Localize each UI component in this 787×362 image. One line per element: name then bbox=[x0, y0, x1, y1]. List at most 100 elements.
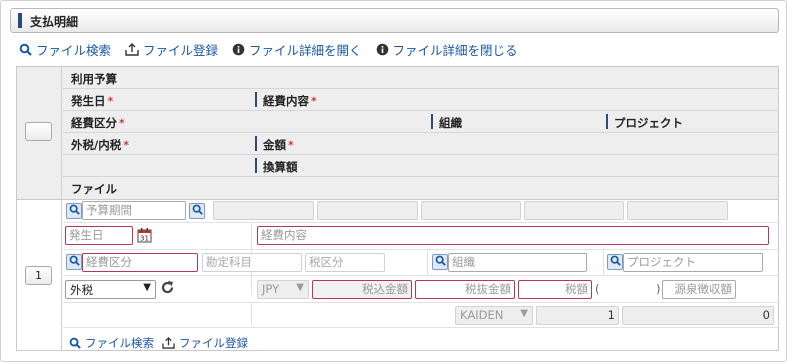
column-separator bbox=[606, 114, 608, 129]
column-separator bbox=[255, 136, 257, 151]
org-input[interactable]: 組織 bbox=[448, 253, 587, 272]
info-icon bbox=[232, 43, 245, 56]
header-date: 発生日 * bbox=[71, 94, 114, 108]
rate-type-select: KAIDEN ▼ bbox=[455, 306, 533, 325]
project-input[interactable]: プロジェクト bbox=[623, 253, 763, 272]
details-table: 利用予算 発生日 * 経費内容 * 経費区分 * 組織 プロジェクト 外税/内税 * 金… bbox=[16, 66, 779, 351]
file-detail-close-label: ファイル詳細を閉じる bbox=[392, 42, 518, 58]
row-divider bbox=[63, 249, 778, 250]
search-icon bbox=[435, 255, 446, 269]
header-tax-type: 外税/内税 * bbox=[71, 138, 129, 152]
budget-field-4 bbox=[524, 201, 624, 220]
row-file-search-label: ファイル検索 bbox=[85, 336, 154, 350]
file-register-label: ファイル登録 bbox=[143, 42, 219, 58]
file-search-button[interactable]: ファイル検索 bbox=[19, 40, 111, 59]
column-separator bbox=[255, 158, 257, 173]
converted-value: 0 bbox=[622, 306, 774, 325]
search-icon bbox=[610, 255, 621, 269]
search-icon bbox=[192, 204, 203, 218]
org-search-button[interactable] bbox=[432, 254, 448, 270]
row-divider bbox=[63, 222, 778, 223]
svg-text:31: 31 bbox=[140, 235, 149, 243]
header-org: 組織 bbox=[439, 116, 462, 130]
paren-close: ) bbox=[656, 282, 661, 296]
header-row-file: ファイル bbox=[63, 177, 778, 199]
section-title: 支払明細 bbox=[30, 15, 79, 29]
select-all-checkbox[interactable] bbox=[25, 122, 52, 141]
budget-period-input[interactable]: 予算期間 bbox=[82, 201, 186, 220]
row-file-register-label: ファイル登録 bbox=[179, 336, 248, 350]
budget-field-5 bbox=[627, 201, 728, 220]
file-detail-close-button[interactable]: ファイル詳細を閉じる bbox=[376, 40, 518, 59]
date-input[interactable]: 発生日 bbox=[65, 226, 133, 245]
table-row: 1 予算期間 発生日 31 経費内容 経費区分 勘定科目 税区分 組織 プロジェ… bbox=[17, 199, 778, 351]
header-row-date: 発生日 * 経費内容 * bbox=[63, 89, 778, 111]
budget-field-2 bbox=[317, 201, 418, 220]
budget-field-1 bbox=[213, 201, 314, 220]
header-row-converted: 換算額 bbox=[63, 155, 778, 177]
chevron-down-icon: ▼ bbox=[143, 282, 151, 293]
chevron-down-icon: ▼ bbox=[296, 282, 304, 293]
header-row-budget: 利用予算 bbox=[63, 67, 778, 89]
column-divider bbox=[251, 302, 252, 326]
row-divider bbox=[63, 327, 778, 328]
header-row-tax: 外税/内税 * 金額 * bbox=[63, 133, 778, 155]
column-separator bbox=[255, 92, 257, 107]
category-input[interactable]: 経費区分 bbox=[82, 253, 198, 272]
header-row-category: 経費区分 * 組織 プロジェクト bbox=[63, 111, 778, 133]
content-input[interactable]: 経費内容 bbox=[257, 226, 769, 245]
header-budget: 利用予算 bbox=[71, 72, 117, 86]
column-divider bbox=[427, 249, 428, 275]
budget-search-button-2[interactable] bbox=[189, 203, 205, 219]
section-header: 支払明細 bbox=[10, 8, 779, 33]
account-input: 勘定科目 bbox=[202, 253, 302, 272]
refresh-icon[interactable] bbox=[160, 280, 175, 298]
tax-type-select[interactable]: 外税 ▼ bbox=[65, 280, 156, 299]
file-detail-open-label: ファイル詳細を開く bbox=[249, 42, 362, 58]
header-file: ファイル bbox=[71, 182, 117, 196]
chevron-down-icon: ▼ bbox=[520, 308, 528, 319]
category-search-button[interactable] bbox=[66, 254, 82, 270]
header-project: プロジェクト bbox=[614, 116, 683, 130]
withholding-input[interactable]: 源泉徴収額 bbox=[662, 280, 736, 299]
row-file-search-button[interactable]: ファイル検索 bbox=[69, 335, 154, 351]
table-header: 利用予算 発生日 * 経費内容 * 経費区分 * 組織 プロジェクト 外税/内税 * 金… bbox=[17, 67, 778, 199]
row-divider bbox=[63, 275, 778, 276]
search-icon bbox=[69, 255, 80, 269]
project-search-button[interactable] bbox=[607, 254, 623, 270]
calendar-icon[interactable]: 31 bbox=[137, 227, 152, 246]
search-icon bbox=[69, 337, 81, 349]
row-file-toolbar: ファイル検索 ファイル登録 bbox=[69, 335, 256, 351]
upload-icon bbox=[125, 42, 139, 56]
row-file-register-button[interactable]: ファイル登録 bbox=[162, 335, 248, 351]
toolbar: ファイル検索 ファイル登録 ファイル詳細を開く ファイル詳細を閉じる bbox=[19, 40, 532, 58]
info-icon bbox=[376, 43, 389, 56]
column-separator bbox=[431, 114, 433, 129]
tax-amount-input[interactable]: 税額 bbox=[518, 280, 592, 299]
tax-class-input: 税区分 bbox=[305, 253, 385, 272]
budget-field-3 bbox=[421, 201, 521, 220]
header-converted: 換算額 bbox=[263, 160, 298, 174]
file-search-label: ファイル検索 bbox=[36, 42, 112, 58]
section-accent-bar bbox=[18, 13, 22, 28]
header-content: 経費内容 * bbox=[263, 94, 317, 108]
rate-value: 1 bbox=[536, 306, 619, 325]
tax-excl-input[interactable]: 税抜金額 bbox=[415, 280, 515, 299]
header-category: 経費区分 * bbox=[71, 116, 125, 130]
budget-search-button[interactable] bbox=[66, 203, 82, 219]
header-amount: 金額 * bbox=[263, 138, 294, 152]
currency-select: JPY ▼ bbox=[257, 280, 309, 299]
row-divider bbox=[63, 302, 778, 303]
payment-details-panel: 支払明細 ファイル検索 ファイル登録 ファイル詳細を開く ファイル詳細を閉じる bbox=[0, 0, 787, 362]
file-register-button[interactable]: ファイル登録 bbox=[125, 40, 218, 59]
file-detail-open-button[interactable]: ファイル詳細を開く bbox=[232, 40, 362, 59]
search-icon bbox=[19, 43, 32, 56]
column-divider bbox=[603, 249, 604, 275]
paren-open: ( bbox=[595, 282, 600, 296]
tax-incl-input[interactable]: 税込金額 bbox=[312, 280, 412, 299]
row-number-checkbox[interactable]: 1 bbox=[25, 266, 52, 285]
header-check-column bbox=[17, 67, 62, 199]
search-icon bbox=[69, 204, 80, 218]
row-check-column: 1 bbox=[17, 200, 62, 351]
upload-icon bbox=[162, 337, 175, 349]
